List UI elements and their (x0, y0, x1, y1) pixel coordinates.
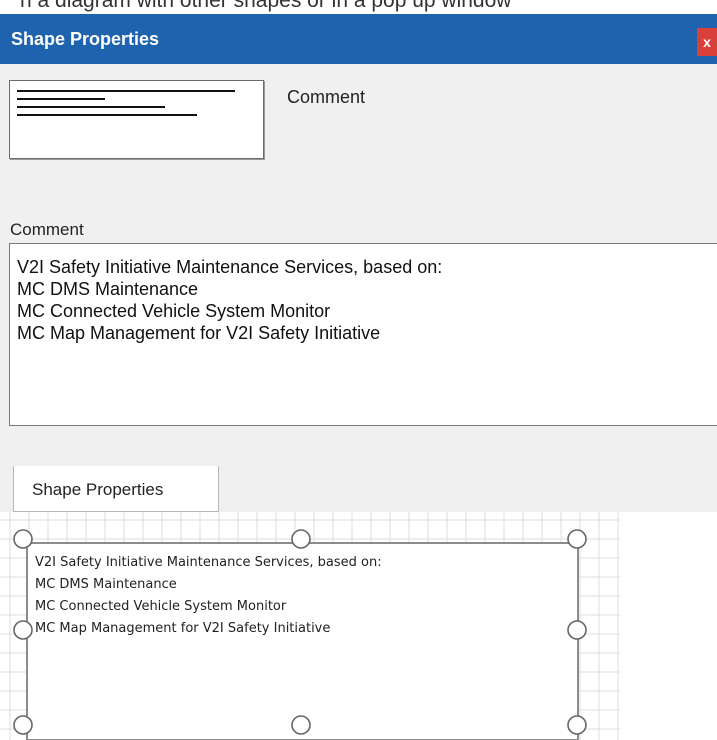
thumbnail-text-line (17, 106, 165, 108)
resize-handle (567, 620, 587, 640)
thumbnail-text-line (17, 90, 235, 92)
comment-line: MC DMS Maintenance (17, 279, 199, 299)
diagram-canvas[interactable]: V2I Safety Initiative Maintenance Servic… (0, 512, 717, 740)
comment-line: MC Connected Vehicle System Monitor (17, 301, 331, 321)
tab-shape-properties[interactable]: Shape Properties (13, 466, 219, 512)
comment-line: MC Map Management for V2I Safety Initiat… (17, 323, 381, 343)
comment-textarea[interactable]: V2I Safety Initiative Maintenance Servic… (9, 243, 717, 426)
comment-field-label: Comment (10, 220, 84, 239)
close-button[interactable]: x (697, 28, 717, 56)
top-partial-text: n a diagram with other shapes or in a po… (20, 0, 512, 12)
comment-line: V2I Safety Initiative Maintenance Servic… (17, 257, 443, 277)
thumbnail-text-line (17, 98, 105, 100)
shape-text-line: MC Connected Vehicle System Monitor (35, 599, 287, 614)
thumbnail-text-line (17, 114, 197, 116)
resize-handle (13, 620, 33, 640)
resize-handle (291, 529, 311, 549)
shape-text-line: MC Map Management for V2I Safety Initiat… (35, 621, 331, 636)
resize-handle (567, 529, 587, 549)
shape-properties-panel: Shape Properties x Comment Comment V2I S… (0, 14, 717, 512)
resize-handle (567, 715, 587, 735)
thumbnail-label: Comment (287, 87, 366, 107)
top-partial-text-strip: n a diagram with other shapes or in a po… (0, 0, 717, 14)
dialog-title: Shape Properties (11, 29, 160, 49)
shape-text-line: V2I Safety Initiative Maintenance Servic… (35, 555, 382, 570)
shape-text[interactable]: V2I Safety Initiative Maintenance Servic… (35, 552, 382, 640)
resize-handle (13, 529, 33, 549)
title-bar: Shape Properties x (0, 14, 717, 64)
resize-handle (13, 715, 33, 735)
shape-thumbnail (9, 80, 264, 159)
shape-text-line: MC DMS Maintenance (35, 577, 177, 592)
resize-handle (291, 715, 311, 735)
